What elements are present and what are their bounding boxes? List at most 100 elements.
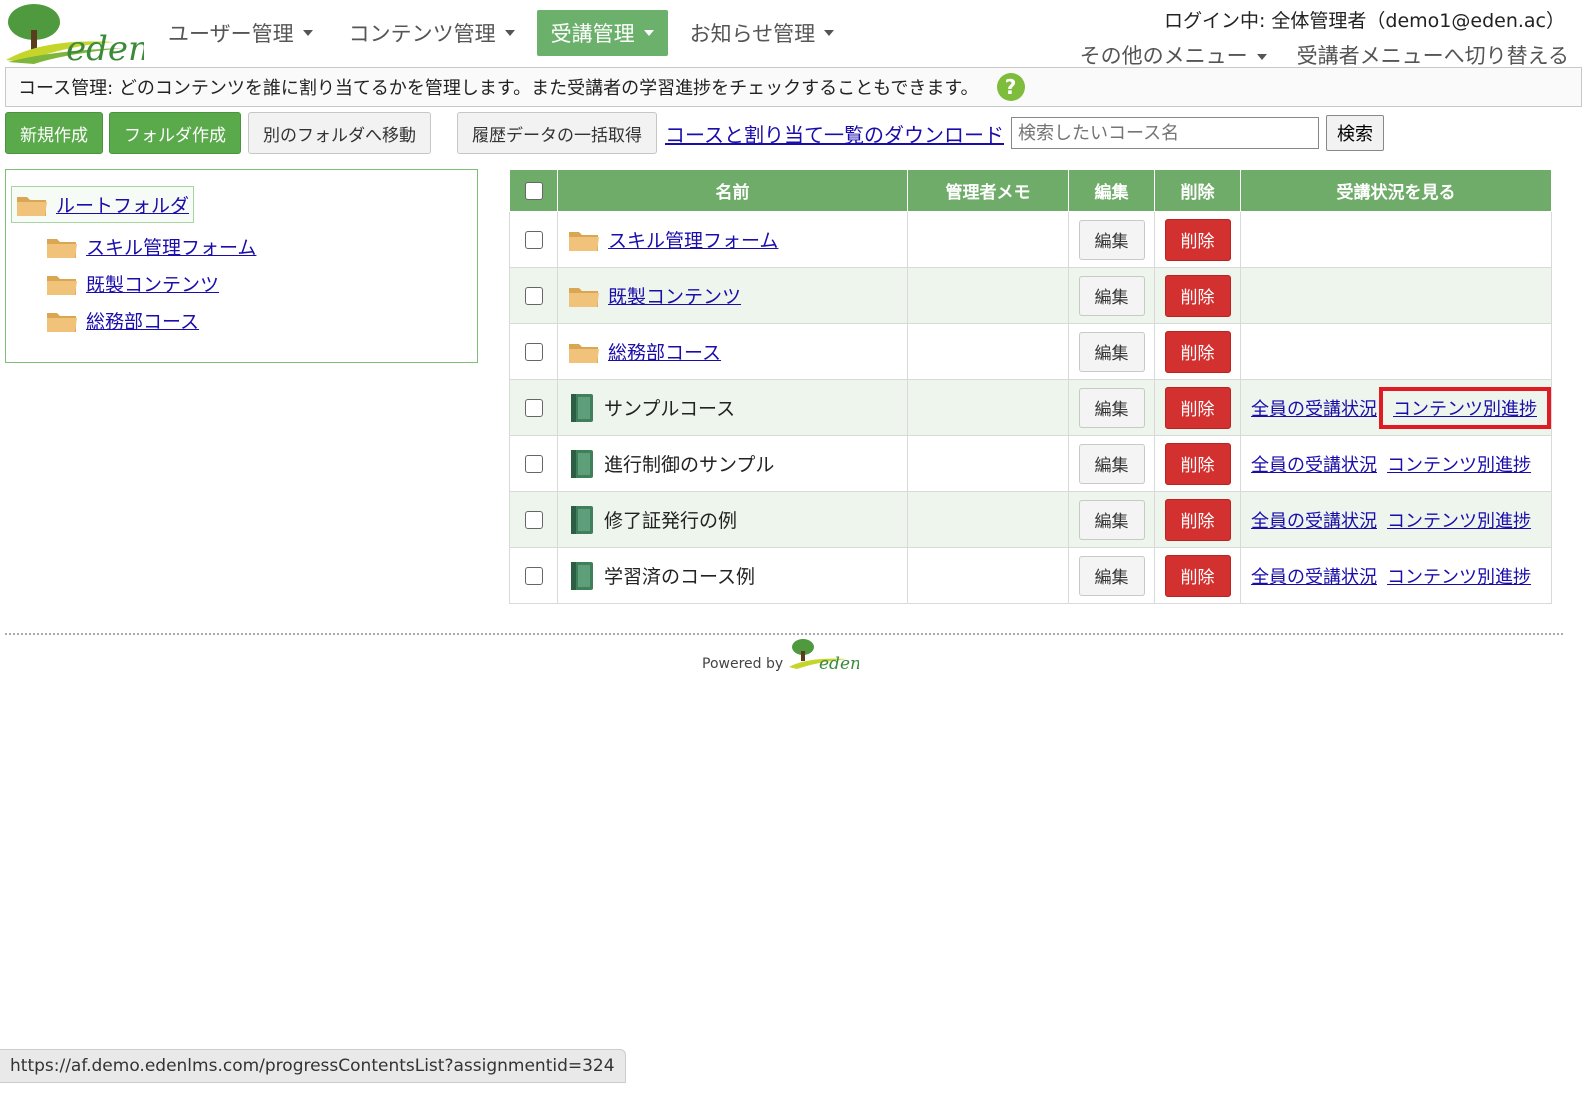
select-all-checkbox[interactable]	[524, 181, 543, 200]
search-button[interactable]: 検索	[1326, 115, 1384, 151]
row-checkbox[interactable]	[524, 231, 543, 249]
folder-icon	[17, 196, 47, 216]
all-status-link[interactable]: 全員の受講状況	[1251, 567, 1377, 588]
row-folder-link[interactable]: スキル管理フォーム	[608, 226, 778, 253]
caret-down-icon	[302, 30, 313, 36]
tree-root-link[interactable]: ルートフォルダ	[56, 191, 189, 218]
table-row: サンプルコース 編集 削除 全員の受講状況 コンテンツ別進捗	[509, 379, 1552, 436]
header-memo: 管理者メモ	[907, 169, 1069, 212]
row-memo	[907, 211, 1069, 268]
course-book-icon	[571, 449, 593, 478]
all-status-link[interactable]: 全員の受講状況	[1251, 455, 1377, 476]
row-checkbox[interactable]	[524, 455, 543, 473]
tree-item: 総務部コース	[46, 307, 477, 334]
footer-logo-text: eden	[819, 654, 859, 673]
edit-button[interactable]: 編集	[1078, 331, 1145, 372]
row-checkbox[interactable]	[524, 567, 543, 585]
course-book-icon	[571, 561, 593, 590]
tree-folder-link[interactable]: スキル管理フォーム	[86, 233, 256, 260]
row-checkbox[interactable]	[524, 511, 543, 529]
delete-button[interactable]: 削除	[1164, 274, 1231, 317]
edit-button[interactable]: 編集	[1078, 219, 1145, 260]
course-name: 進行制御のサンプル	[604, 454, 775, 476]
row-folder-link[interactable]: 総務部コース	[608, 338, 721, 365]
delete-button[interactable]: 削除	[1164, 554, 1231, 597]
page-description: コース管理: どのコンテンツを誰に割り当てるかを管理します。また受講者の学習進捗…	[5, 67, 1582, 107]
caret-down-icon	[504, 30, 515, 36]
nav-notice-management[interactable]: お知らせ管理	[676, 10, 849, 56]
delete-button[interactable]: 削除	[1164, 442, 1231, 485]
delete-button[interactable]: 削除	[1164, 498, 1231, 541]
row-memo	[907, 323, 1069, 380]
highlight-box: コンテンツ別進捗	[1379, 386, 1551, 429]
main-nav: ユーザー管理 コンテンツ管理 受講管理 お知らせ管理	[154, 10, 848, 56]
course-table: 名前 管理者メモ 編集 削除 受講状況を見る スキル管理フォーム 編集 削除 既…	[509, 169, 1552, 604]
edit-button[interactable]: 編集	[1078, 387, 1145, 428]
header: eden ユーザー管理 コンテンツ管理 受講管理 お知らせ管理 ログイン中: 全…	[0, 0, 1587, 68]
sub-menu: その他のメニュー 受講者メニューへ切り替える	[1080, 40, 1569, 70]
all-status-link[interactable]: 全員の受講状況	[1251, 511, 1377, 532]
caret-down-icon	[824, 30, 835, 36]
course-book-icon	[571, 393, 593, 422]
folder-icon	[569, 343, 599, 363]
nav-course-management[interactable]: 受講管理	[536, 10, 668, 56]
tree-folder-link[interactable]: 総務部コース	[86, 307, 199, 334]
course-name: サンプルコース	[604, 398, 736, 420]
nav-user-management[interactable]: ユーザー管理	[154, 10, 327, 56]
new-course-button[interactable]: 新規作成	[5, 112, 103, 154]
caret-down-icon	[643, 30, 654, 36]
tree-root-folder[interactable]: ルートフォルダ	[11, 186, 195, 223]
bulk-history-button[interactable]: 履歴データの一括取得	[457, 112, 657, 154]
table-row: スキル管理フォーム 編集 削除	[509, 211, 1552, 268]
row-memo	[907, 491, 1069, 548]
delete-button[interactable]: 削除	[1164, 386, 1231, 429]
create-folder-button[interactable]: フォルダ作成	[109, 112, 241, 154]
nav-content-management[interactable]: コンテンツ管理	[335, 10, 529, 56]
switch-to-learner-menu[interactable]: 受講者メニューへ切り替える	[1297, 40, 1569, 70]
edit-button[interactable]: 編集	[1078, 443, 1145, 484]
course-search-input[interactable]	[1011, 117, 1319, 149]
header-select-all	[509, 169, 558, 212]
table-row: 学習済のコース例 編集 削除 全員の受講状況 コンテンツ別進捗	[509, 547, 1552, 604]
content-progress-link[interactable]: コンテンツ別進捗	[1387, 511, 1531, 532]
folder-icon	[47, 275, 77, 295]
edit-button[interactable]: 編集	[1078, 499, 1145, 540]
delete-button[interactable]: 削除	[1164, 330, 1231, 373]
table-row: 総務部コース 編集 削除	[509, 323, 1552, 380]
row-memo	[907, 379, 1069, 436]
help-icon[interactable]: ?	[996, 73, 1025, 101]
all-status-link[interactable]: 全員の受講状況	[1251, 399, 1377, 420]
tree-folder-link[interactable]: 既製コンテンツ	[86, 270, 219, 297]
folder-icon	[47, 238, 77, 258]
row-memo	[907, 435, 1069, 492]
row-checkbox[interactable]	[524, 287, 543, 305]
edit-button[interactable]: 編集	[1078, 555, 1145, 596]
row-checkbox[interactable]	[524, 399, 543, 417]
logo-text: eden	[66, 29, 144, 64]
content-progress-link[interactable]: コンテンツ別進捗	[1387, 455, 1531, 476]
footer-divider	[5, 633, 1563, 635]
folder-icon	[569, 231, 599, 251]
delete-button[interactable]: 削除	[1164, 218, 1231, 261]
download-assignments-link[interactable]: コースと割り当て一覧のダウンロード	[665, 119, 1004, 148]
login-info: ログイン中: 全体管理者（demo1@eden.ac）	[1163, 10, 1565, 32]
move-folder-button[interactable]: 別のフォルダへ移動	[248, 112, 431, 154]
table-row: 修了証発行の例 編集 削除 全員の受講状況 コンテンツ別進捗	[509, 491, 1552, 548]
tree-item: スキル管理フォーム	[46, 233, 477, 260]
table-row: 既製コンテンツ 編集 削除	[509, 267, 1552, 324]
eden-footer-logo: eden	[789, 639, 859, 673]
row-checkbox[interactable]	[524, 343, 543, 361]
header-status: 受講状況を見る	[1240, 169, 1552, 212]
content-progress-link[interactable]: コンテンツ別進捗	[1387, 567, 1531, 588]
edit-button[interactable]: 編集	[1078, 275, 1145, 316]
folder-icon	[569, 287, 599, 307]
row-folder-link[interactable]: 既製コンテンツ	[608, 282, 741, 309]
other-menu[interactable]: その他のメニュー	[1080, 40, 1267, 70]
row-memo	[907, 267, 1069, 324]
browser-status-url: https://af.demo.edenlms.com/progressCont…	[0, 1049, 626, 1083]
caret-down-icon	[1256, 54, 1267, 60]
eden-logo[interactable]: eden	[4, 2, 144, 64]
content-progress-link[interactable]: コンテンツ別進捗	[1393, 399, 1537, 420]
header-edit: 編集	[1068, 169, 1155, 212]
powered-by-text: Powered by	[702, 656, 784, 672]
